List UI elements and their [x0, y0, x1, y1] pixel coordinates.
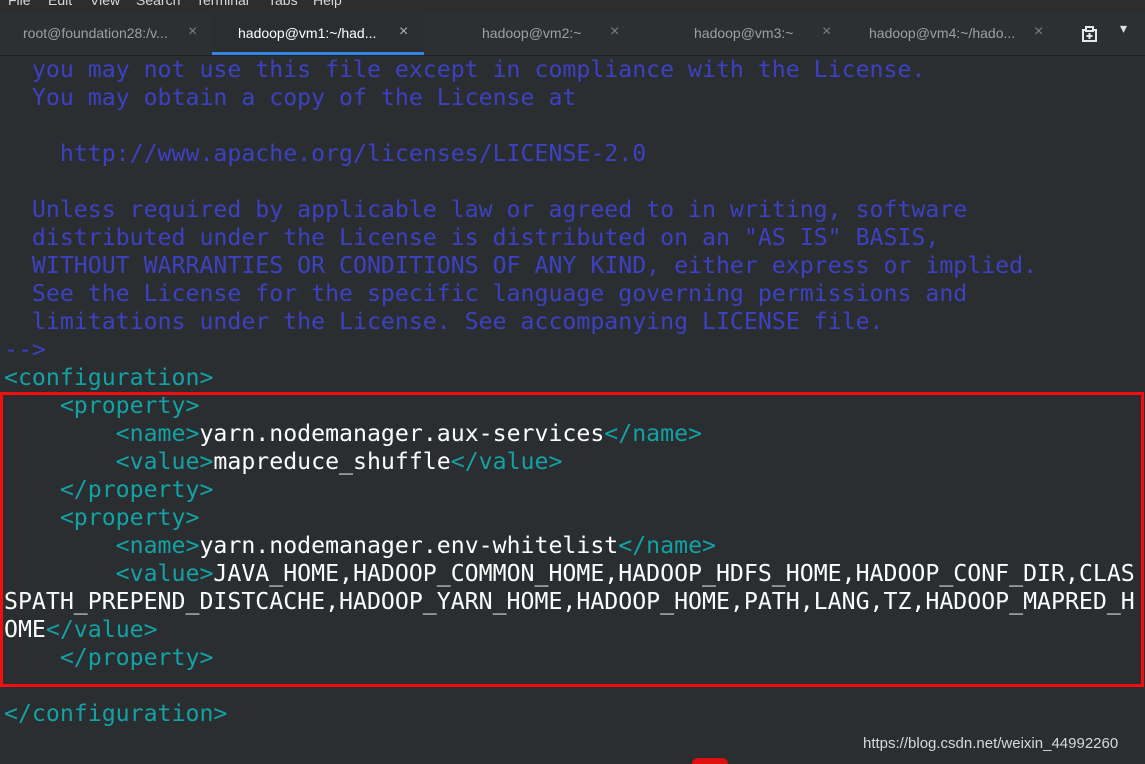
terminal-text: <configuration>: [4, 364, 214, 391]
terminal-text: you may not use this file except in comp…: [4, 56, 926, 83]
menu-file[interactable]: File: [8, 0, 31, 8]
red-mark: [692, 758, 728, 764]
tab-hadoop-vm2[interactable]: hadoop@vm2:~ ×: [424, 12, 636, 55]
terminal-line: <configuration>: [4, 364, 213, 392]
menu-edit[interactable]: Edit: [48, 0, 72, 8]
tab-title: hadoop@vm2:~: [482, 25, 582, 41]
terminal-line: You may obtain a copy of the License at: [4, 84, 576, 112]
terminal-text: limitations under the License. See accom…: [4, 308, 884, 335]
terminal-text: </configuration>: [4, 700, 228, 727]
close-icon[interactable]: ×: [822, 23, 831, 41]
terminal-line: distributed under the License is distrib…: [4, 224, 939, 252]
menu-tabs[interactable]: Tabs: [268, 0, 298, 8]
tab-bar: root@foundation28:/v... × hadoop@vm1:~/h…: [0, 12, 1145, 56]
new-tab-icon[interactable]: [1080, 25, 1100, 45]
terminal-text: WITHOUT WARRANTIES OR CONDITIONS OF ANY …: [4, 252, 1038, 279]
close-icon[interactable]: ×: [1034, 23, 1043, 41]
tab-hadoop-vm1[interactable]: hadoop@vm1:~/had... ×: [212, 12, 424, 55]
terminal-line: limitations under the License. See accom…: [4, 308, 884, 336]
menu-search[interactable]: Search: [136, 0, 180, 8]
close-icon[interactable]: ×: [399, 23, 408, 41]
terminal-text: Unless required by applicable law or agr…: [4, 196, 968, 223]
menu-help[interactable]: Help: [313, 0, 342, 8]
terminal-line: -->: [4, 336, 46, 364]
terminal-line: See the License for the specific languag…: [4, 280, 967, 308]
highlight-box: [0, 392, 1144, 687]
terminal-line: Unless required by applicable law or agr…: [4, 196, 967, 224]
new-tab-icon-glyph: [1082, 26, 1097, 42]
tab-title: hadoop@vm1:~/had...: [238, 25, 377, 41]
terminal-line: you may not use this file except in comp…: [4, 56, 925, 84]
tab-title: hadoop@vm3:~: [694, 25, 794, 41]
close-icon[interactable]: ×: [188, 23, 197, 41]
tab-title: root@foundation28:/v...: [23, 25, 168, 41]
terminal-text: See the License for the specific languag…: [4, 280, 968, 307]
close-icon[interactable]: ×: [610, 23, 619, 41]
menu-view[interactable]: View: [90, 0, 120, 8]
terminal-text: distributed under the License is distrib…: [4, 224, 940, 251]
tab-root-foundation28[interactable]: root@foundation28:/v... ×: [0, 12, 212, 55]
menu-terminal[interactable]: Terminal: [196, 0, 249, 8]
terminal-line: http://www.apache.org/licenses/LICENSE-2…: [4, 140, 646, 168]
terminal-line: WITHOUT WARRANTIES OR CONDITIONS OF ANY …: [4, 252, 1037, 280]
terminal-text: You may obtain a copy of the License at: [4, 84, 577, 111]
terminal-text: -->: [4, 336, 46, 363]
tab-title: hadoop@vm4:~/hado...: [869, 25, 1016, 41]
tab-hadoop-vm3[interactable]: hadoop@vm3:~ ×: [636, 12, 848, 55]
terminal-text: http://www.apache.org/licenses/LICENSE-2…: [4, 140, 647, 167]
chevron-down-icon[interactable]: ▾: [1120, 20, 1127, 37]
menu-bar: File Edit View Search Terminal Tabs Help: [0, 0, 1145, 12]
terminal-line: </configuration>: [4, 700, 227, 728]
tab-hadoop-vm4[interactable]: hadoop@vm4:~/hado... ×: [848, 12, 1060, 55]
watermark: https://blog.csdn.net/weixin_44992260: [863, 735, 1119, 752]
